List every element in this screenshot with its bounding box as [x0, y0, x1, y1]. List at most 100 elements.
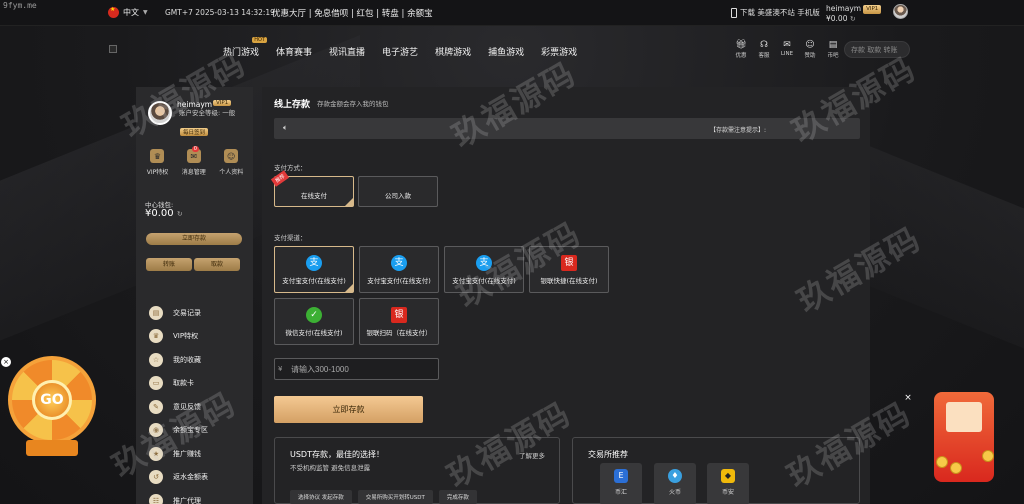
- sidebar-quick-profile[interactable]: ☺ 个人资料: [219, 149, 243, 176]
- nav-icon-label: 币吧: [827, 53, 839, 59]
- sidebar-item-rebate[interactable]: ↺ 返水金额表: [149, 466, 208, 490]
- submit-deposit-button[interactable]: 立即存款: [274, 396, 423, 423]
- menu-label: 交易记录: [173, 308, 201, 317]
- sidebar-item-promo[interactable]: ★ 推广赚钱: [149, 442, 208, 466]
- language-selector[interactable]: 中文 ▼: [108, 6, 148, 18]
- deposit-button[interactable]: 立即存款: [146, 233, 242, 245]
- withdraw-button[interactable]: 取款: [194, 258, 240, 271]
- selected-check-icon: [345, 284, 353, 292]
- channel-text: 支付宝支付(在线支付): [452, 277, 516, 285]
- download-app-link[interactable]: 下载 美盛澳不站 手机版: [731, 7, 820, 18]
- agent-icon: ☷: [149, 493, 163, 504]
- amount-input[interactable]: [291, 362, 431, 377]
- refresh-icon[interactable]: ↻: [850, 15, 856, 23]
- nav-item-sports[interactable]: 体育赛事: [276, 45, 312, 58]
- close-icon[interactable]: ×: [903, 393, 913, 403]
- promo-icon: ★: [149, 446, 163, 461]
- channel-unionpay-quick[interactable]: 银 银联快捷(在线支付): [529, 246, 609, 293]
- sidebar-username: heimaym: [177, 100, 213, 109]
- nav-line[interactable]: ✉ LINE: [779, 40, 795, 59]
- avatar[interactable]: [148, 101, 172, 125]
- alipay-icon: 支: [391, 255, 407, 271]
- sidebar-item-card[interactable]: ▭ 取款卡: [149, 372, 208, 396]
- nav-icon-label: 赞助: [804, 53, 816, 59]
- channel-text: 微信支付(在线支付): [285, 329, 343, 337]
- nav-item-lottery[interactable]: 彩票游戏: [541, 45, 577, 58]
- pay-method-label-text: 公司入款: [385, 192, 411, 200]
- transfer-button[interactable]: 转账: [146, 258, 192, 271]
- learn-more-link[interactable]: 了解更多: [519, 450, 545, 460]
- pay-method-company[interactable]: 公司入款: [358, 176, 438, 207]
- channel-wechat[interactable]: ✓ 微信支付(在线支付): [274, 298, 354, 345]
- avatar[interactable]: [893, 4, 908, 19]
- wheel-go-button[interactable]: GO: [32, 380, 72, 420]
- gift-icon: 🎁︎: [735, 40, 747, 50]
- recommend-ribbon: 推荐: [270, 170, 290, 187]
- message-count-badge: 0: [191, 146, 199, 152]
- clock: GMT+7 2025-03-13 14:32:19: [165, 8, 275, 17]
- sidebar-item-records[interactable]: ▤ 交易记录: [149, 301, 208, 325]
- nav-item-cards[interactable]: 棋牌游戏: [435, 45, 471, 58]
- nav-sponsor[interactable]: ☺ 赞助: [802, 40, 818, 59]
- nav-item-live[interactable]: 视讯直播: [329, 45, 365, 58]
- vip-badge: VIP1: [213, 100, 232, 106]
- nav-item-hot-games[interactable]: 热门游戏 HOT: [223, 37, 268, 58]
- sidebar-item-agent[interactable]: ☷ 推广代理: [149, 489, 208, 504]
- record-icon: ▤: [149, 305, 163, 320]
- quick-links[interactable]: 优惠大厅 | 免息借呗 | 红包 | 转盘 | 余额宝: [272, 7, 433, 19]
- logo[interactable]: [109, 45, 117, 53]
- channel-unionpay-scan[interactable]: 银 银联扫码（在线支付）: [359, 298, 439, 345]
- nav-wallet[interactable]: ▤ 币吧: [825, 40, 841, 59]
- notice-text: 【存款需注意提示】:: [709, 127, 766, 134]
- exchange-title: 交易所推荐: [588, 450, 628, 459]
- alipay-icon: 支: [476, 255, 492, 271]
- close-icon[interactable]: ×: [1, 357, 11, 367]
- sidebar-item-favorites[interactable]: ☆ 我的收藏: [149, 348, 208, 372]
- wallet-value: ¥0.00: [145, 208, 174, 219]
- daily-sign-button[interactable]: 每日签到: [180, 128, 209, 136]
- nav-item-slots[interactable]: 电子游艺: [382, 45, 418, 58]
- pay-method-label: 支付方式：: [274, 164, 307, 172]
- page-title: 线上存款: [274, 100, 311, 110]
- sidebar-item-vip[interactable]: ♛ VIP特权: [149, 325, 208, 349]
- exchange-label: 火币: [668, 489, 681, 496]
- headset-icon: ☊: [760, 40, 768, 50]
- language-label: 中文: [123, 8, 139, 17]
- pay-method-online[interactable]: 推荐 在线支付: [270, 170, 354, 207]
- channel-alipay-3[interactable]: 支 支付宝支付(在线支付): [444, 246, 524, 293]
- channel-alipay-2[interactable]: 支 支付宝支付(在线支付): [359, 246, 439, 293]
- channel-alipay-1[interactable]: 支 支付宝支付(在线支付): [274, 246, 354, 293]
- refresh-icon[interactable]: ↻: [177, 210, 183, 218]
- nav-icon-label: 客服: [758, 53, 770, 59]
- amount-field[interactable]: ¥: [274, 358, 439, 380]
- lucky-wheel-widget[interactable]: GO: [6, 356, 100, 466]
- nav-support[interactable]: ☊ 客服: [756, 40, 772, 59]
- sidebar-item-yuebao[interactable]: ◉ 余额宝专区: [149, 419, 208, 443]
- sidebar-item-feedback[interactable]: ✎ 意见反馈: [149, 395, 208, 419]
- exchange-recommend: 交易所推荐 E 币汇 ♦ 火币 ◆ 币安: [572, 437, 860, 504]
- nav-item-fishing[interactable]: 捕鱼游戏: [488, 45, 524, 58]
- exchange-bihui[interactable]: E 币汇: [600, 463, 642, 504]
- usdt-steps: 选择协议 发起存款 交易所购买开划转USDT 完成存款: [290, 490, 477, 504]
- crown-icon: ♛: [150, 149, 165, 163]
- exchange-huobi[interactable]: ♦ 火币: [654, 463, 696, 504]
- nav-promo[interactable]: 🎁︎ 优惠: [733, 40, 749, 59]
- exchange-binance[interactable]: ◆ 币安: [707, 463, 749, 504]
- channel-text: 支付宝支付(在线支付): [367, 277, 431, 285]
- menu-label: 推广代理: [173, 496, 201, 504]
- phone-icon: [731, 7, 737, 18]
- card-icon: ▭: [149, 376, 163, 391]
- quick-action-box[interactable]: 存款 取款 转账: [844, 41, 910, 58]
- sidebar-quick-messages[interactable]: ✉ 0 消息管理: [182, 146, 206, 176]
- red-envelope-widget[interactable]: [926, 390, 1000, 486]
- deposit-panel: 线上存款 存款金额会存入我的钱包 🔈︎ 【存款需注意提示】: 支付方式： 推荐 …: [262, 87, 870, 504]
- speaker-icon: 🔈︎: [283, 123, 288, 132]
- huobi-icon: ♦: [668, 469, 682, 483]
- pay-method-label-text: 在线支付: [301, 192, 327, 200]
- usdt-promo: USDT存款，最佳的选择！ 不受机构监管 避免信息泄露 了解更多 选择协议 发起…: [274, 437, 560, 504]
- nav-shortcuts: 🎁︎ 优惠 ☊ 客服 ✉ LINE ☺ 赞助 ▤ 币吧: [733, 40, 841, 59]
- sidebar-quick-vip[interactable]: ♛ VIP特权: [147, 149, 168, 176]
- menu-label: 余额宝专区: [173, 426, 208, 435]
- user-info[interactable]: heimaym VIP1 ¥0.00 ↻: [826, 4, 882, 24]
- rebate-icon: ↺: [149, 470, 163, 485]
